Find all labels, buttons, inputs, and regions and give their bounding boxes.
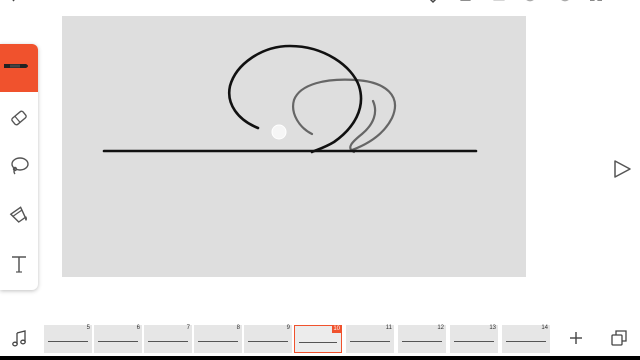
music-note-icon <box>10 330 28 352</box>
frame-number: 6 <box>136 325 140 331</box>
top-toolbar <box>0 0 640 10</box>
undo-icon[interactable] <box>523 0 539 8</box>
lasso-icon <box>8 155 30 182</box>
frame-number: 8 <box>236 325 240 331</box>
expand-icon[interactable] <box>588 0 604 8</box>
frame-number: 11 <box>385 325 392 331</box>
frame-thumbnail[interactable]: 7 <box>144 325 192 353</box>
text-tool[interactable] <box>0 242 38 290</box>
fill-tool[interactable] <box>0 192 38 240</box>
brush-cursor <box>271 124 287 140</box>
redo-icon[interactable] <box>556 0 572 8</box>
text-icon <box>8 253 30 280</box>
frame-number: 13 <box>489 325 496 331</box>
frame-number: 5 <box>86 325 90 331</box>
lasso-tool[interactable] <box>0 144 38 192</box>
brush-tool[interactable] <box>0 44 38 92</box>
layers-icon[interactable] <box>458 0 474 8</box>
brush-icon <box>4 55 34 82</box>
back-icon[interactable] <box>6 0 22 8</box>
frame-number: 7 <box>186 325 190 331</box>
timeline: 5 6 7 8 9 10 11 12 13 14 <box>0 318 640 360</box>
add-frame-button[interactable] <box>566 328 586 348</box>
fill-bucket-icon <box>8 203 30 230</box>
onion-skin-drawing <box>292 78 397 154</box>
audio-button[interactable] <box>10 330 28 348</box>
frame-thumbnail[interactable]: 6 <box>94 325 142 353</box>
frame-thumbnail[interactable]: 13 <box>450 325 498 353</box>
check-icon[interactable] <box>426 0 442 8</box>
copy-icon <box>610 330 628 351</box>
play-button[interactable] <box>611 158 633 180</box>
eraser-tool[interactable] <box>0 96 38 144</box>
frame-thumbnail-current[interactable]: 10 <box>294 325 342 353</box>
square-icon[interactable] <box>491 0 507 8</box>
frame-thumbnail[interactable]: 12 <box>398 325 446 353</box>
tool-rail <box>0 44 38 290</box>
frame-thumbnail[interactable]: 8 <box>194 325 242 353</box>
frame-thumbnail[interactable]: 14 <box>502 325 550 353</box>
frame-list: 5 6 7 8 9 10 11 12 13 14 <box>44 325 554 353</box>
frame-number: 10 <box>332 326 341 333</box>
current-drawing <box>102 44 478 154</box>
frame-thumbnail[interactable]: 9 <box>244 325 292 353</box>
eraser-icon <box>8 107 30 134</box>
frame-thumbnail[interactable]: 5 <box>44 325 92 353</box>
frame-number: 9 <box>286 325 290 331</box>
duplicate-frame-button[interactable] <box>610 329 628 347</box>
frame-number: 12 <box>437 325 444 331</box>
play-icon <box>611 160 633 184</box>
frame-thumbnail[interactable]: 11 <box>346 325 394 353</box>
frame-number: 14 <box>541 325 548 331</box>
drawing-canvas[interactable] <box>62 16 526 277</box>
plus-icon <box>566 332 586 352</box>
menu-icon[interactable] <box>620 0 636 8</box>
screen-bottom-edge <box>0 356 640 360</box>
